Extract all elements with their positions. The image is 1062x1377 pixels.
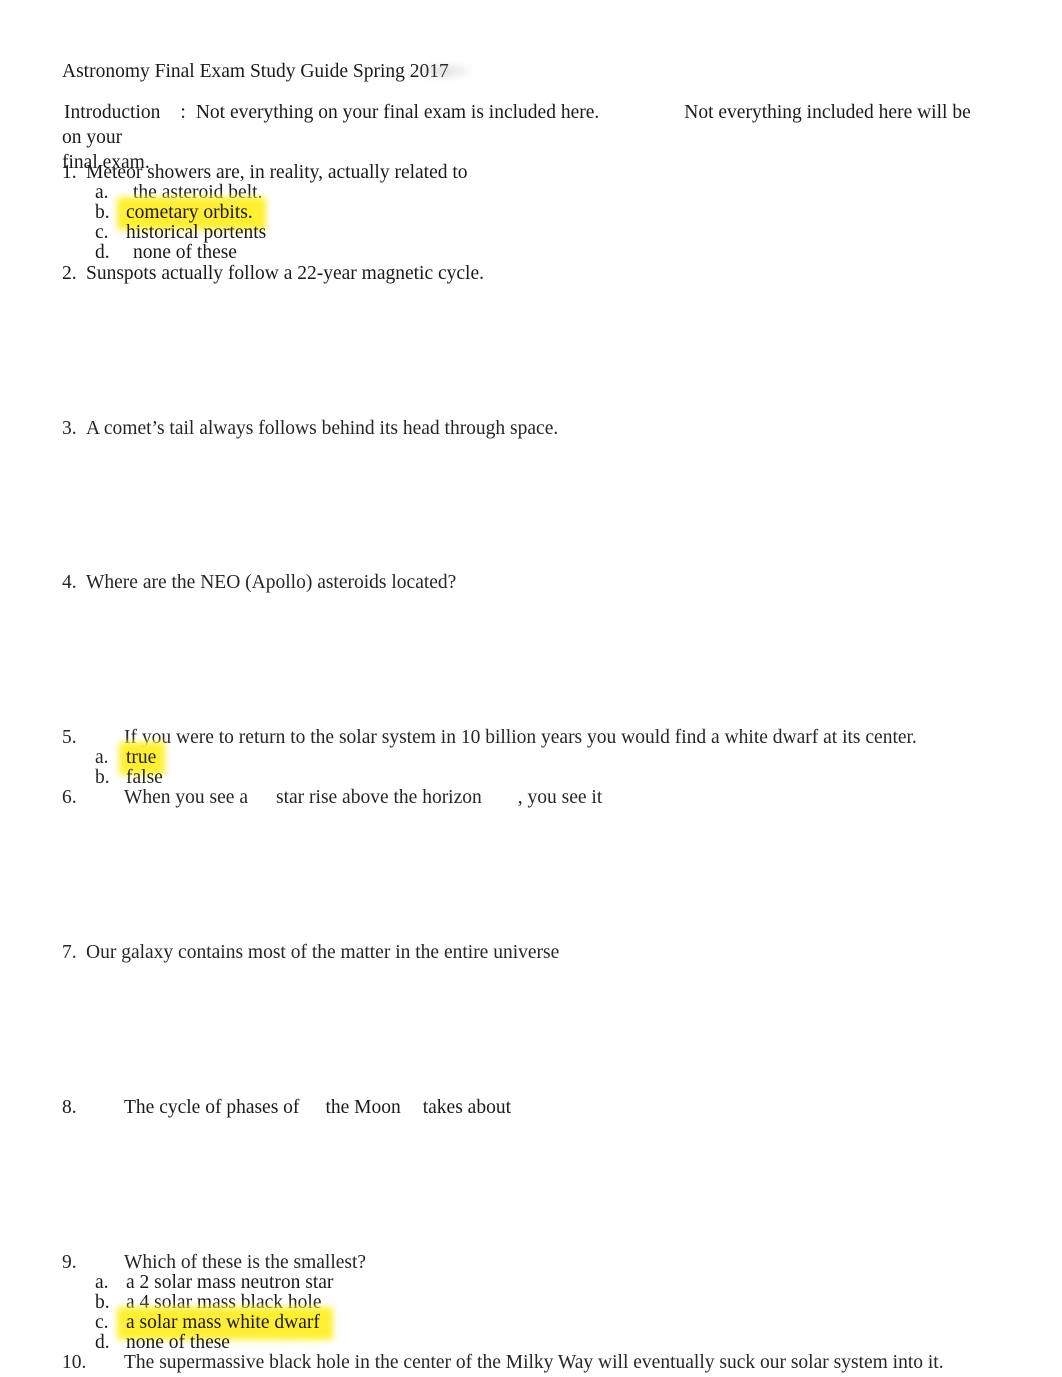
option-letter: d. [95,1332,110,1353]
question-6-number: 6. [62,787,77,808]
question-6-text-part-1: When you see a [124,787,248,808]
introduction-colon: : [180,102,186,123]
question-6-text-part-3: , you see it [517,787,603,808]
question-6-text: When you see a star rise above the horizo… [124,786,602,810]
document-page: Astronomy Final Exam Study Guide Spring … [0,0,1062,1377]
question-8-number: 8. [62,1097,77,1118]
introduction-sentence-1: Not everything on your final exam is inc… [195,102,600,123]
introduction-label: Introduction [64,102,161,123]
question-8-text-part-2: the Moon [325,1097,401,1118]
question-9-number: 9. [62,1252,77,1273]
question-5-number: 5. [62,727,77,748]
question-10-number: 10. [62,1352,87,1373]
question-2-text: Sunspots actually follow a 22-year magne… [86,263,484,284]
question-7-text: Our galaxy contains most of the matter i… [86,942,560,963]
question-8-text-part-3: takes about [422,1097,511,1118]
question-8-text-part-1: The cycle of phases of [124,1097,300,1118]
question-4-text: Where are the NEO (Apollo) asteroids loc… [86,572,457,593]
option-letter: b. [95,767,110,788]
question-6-text-part-2: star rise above the horizon [276,787,482,808]
question-8-text: The cycle of phases of the Moon takes abou… [124,1096,511,1120]
question-10-text: The supermassive black hole in the cente… [124,1352,944,1373]
title-smudge-artifact [412,62,472,80]
page-title: Astronomy Final Exam Study Guide Spring … [62,61,449,82]
question-3-text: A comet’s tail always follows behind its… [86,418,559,439]
question-5-text: If you were to return to the solar syste… [124,727,917,748]
